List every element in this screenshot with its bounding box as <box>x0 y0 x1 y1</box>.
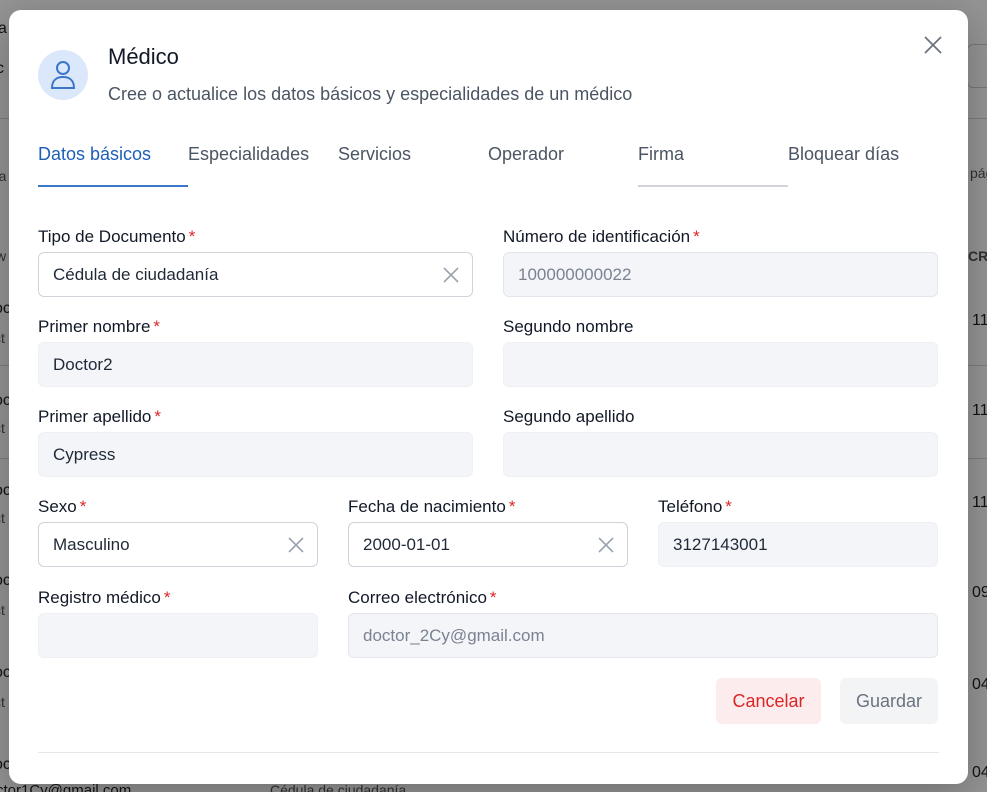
sexo-value: Masculino <box>53 534 130 554</box>
close-button[interactable] <box>922 34 944 56</box>
correo-label: Correo electrónico * <box>348 588 497 608</box>
primer-apellido-value: Cypress <box>53 444 116 464</box>
correo-value: doctor_2Cy@gmail.com <box>363 625 545 645</box>
primer-apellido-label: Primer apellido * <box>38 407 161 427</box>
label-text: Fecha de nacimiento <box>348 497 506 516</box>
clear-icon[interactable] <box>287 536 305 554</box>
primer-nombre-label: Primer nombre * <box>38 317 160 337</box>
sexo-label: Sexo * <box>38 497 86 517</box>
segundo-nombre-field[interactable] <box>503 342 938 387</box>
correo-field[interactable]: doctor_2Cy@gmail.com <box>348 613 938 658</box>
fecha-nacimiento-value: 2000-01-01 <box>363 534 450 554</box>
required-mark: * <box>79 497 87 516</box>
required-mark: * <box>489 588 497 607</box>
cancel-button[interactable]: Cancelar <box>716 678 821 724</box>
registro-medico-field[interactable] <box>38 613 318 658</box>
numero-identificacion-label: Número de identificación * <box>503 227 700 247</box>
modal-title: Médico <box>108 44 179 69</box>
clear-icon[interactable] <box>597 536 615 554</box>
modal-header: Médico Cree o actualice los datos básico… <box>38 44 633 105</box>
tipo-documento-select[interactable]: Cédula de ciudadanía <box>38 252 473 297</box>
medico-modal: Médico Cree o actualice los datos básico… <box>9 10 968 784</box>
primer-apellido-field[interactable]: Cypress <box>38 432 473 477</box>
label-text: Número de identificación <box>503 227 691 246</box>
label-text: Primer nombre <box>38 317 151 336</box>
required-mark: * <box>508 497 516 516</box>
label-text: Correo electrónico <box>348 588 487 607</box>
tab-firma[interactable]: Firma <box>638 140 788 187</box>
tipo-documento-label: Tipo de Documento * <box>38 227 195 247</box>
telefono-field[interactable]: 3127143001 <box>658 522 938 567</box>
tab-operador[interactable]: Operador <box>488 140 564 187</box>
fecha-nacimiento-label: Fecha de nacimiento * <box>348 497 515 517</box>
label-text: Primer apellido <box>38 407 152 426</box>
required-mark: * <box>188 227 196 246</box>
required-mark: * <box>725 497 732 516</box>
required-mark: * <box>153 317 161 336</box>
segundo-nombre-label: Segundo nombre <box>503 317 634 336</box>
label-text: Teléfono <box>658 497 723 516</box>
label-text: Sexo <box>38 497 77 516</box>
user-icon <box>50 61 76 89</box>
primer-nombre-value: Doctor2 <box>53 354 113 374</box>
tab-datos-basicos[interactable]: Datos básicos <box>38 140 188 187</box>
tab-bloquear-dias[interactable]: Bloquear días <box>788 140 899 187</box>
segundo-apellido-field[interactable] <box>503 432 938 477</box>
sexo-select[interactable]: Masculino <box>38 522 318 567</box>
telefono-value: 3127143001 <box>673 534 768 554</box>
primer-nombre-field[interactable]: Doctor2 <box>38 342 473 387</box>
segundo-apellido-label: Segundo apellido <box>503 407 635 426</box>
label-text: Registro médico <box>38 588 161 607</box>
modal-subtitle: Cree o actualice los datos básicos y esp… <box>108 84 633 104</box>
required-mark: * <box>154 407 162 426</box>
tab-servicios[interactable]: Servicios <box>338 140 411 187</box>
tab-especialidades[interactable]: Especialidades <box>188 140 309 187</box>
telefono-label: Teléfono * <box>658 497 732 517</box>
save-button[interactable]: Guardar <box>840 678 938 724</box>
required-mark: * <box>163 588 171 607</box>
close-icon <box>924 36 942 54</box>
avatar <box>38 50 88 100</box>
footer-divider <box>38 752 939 753</box>
label-text: Tipo de Documento <box>38 227 186 246</box>
registro-medico-label: Registro médico * <box>38 588 170 608</box>
clear-icon[interactable] <box>442 266 460 284</box>
numero-identificacion-field[interactable]: 100000000022 <box>503 252 938 297</box>
fecha-nacimiento-field[interactable]: 2000-01-01 <box>348 522 628 567</box>
tab-bar: Datos básicos Especialidades Servicios O… <box>38 140 938 188</box>
numero-identificacion-value: 100000000022 <box>518 264 632 284</box>
tipo-documento-value: Cédula de ciudadanía <box>53 264 219 284</box>
required-mark: * <box>693 227 700 246</box>
